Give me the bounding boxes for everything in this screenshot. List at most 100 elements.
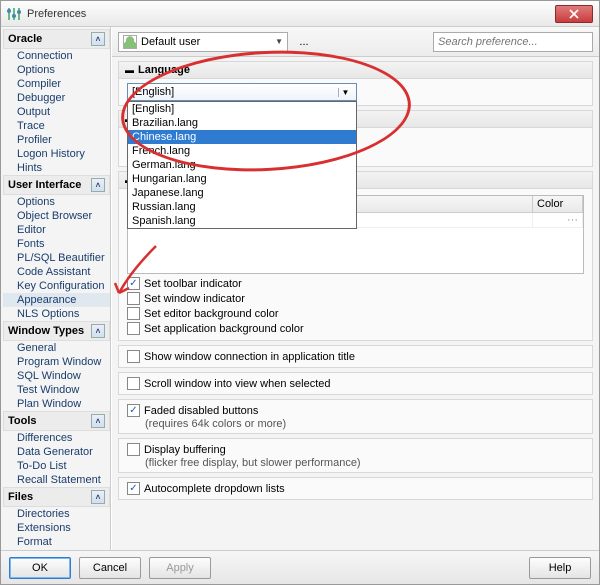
- user-dropdown[interactable]: Default user ▼: [118, 32, 288, 52]
- sidebar-item-general[interactable]: General: [3, 341, 110, 355]
- sidebar-item-sql-window[interactable]: SQL Window: [3, 369, 110, 383]
- color-cell[interactable]: ···: [533, 213, 583, 227]
- sidebar-group-files[interactable]: Files˄: [3, 487, 110, 507]
- sidebar-item-backup[interactable]: Backup: [3, 549, 110, 550]
- checkbox[interactable]: [127, 307, 140, 320]
- checkbox[interactable]: ✓: [127, 404, 140, 417]
- checkbox[interactable]: ✓: [127, 482, 140, 495]
- sidebar-item-to-do-list[interactable]: To-Do List: [3, 459, 110, 473]
- sidebar-item-plan-window[interactable]: Plan Window: [3, 397, 110, 411]
- apply-button[interactable]: Apply: [149, 557, 211, 579]
- misc-option[interactable]: ✓Faded disabled buttons: [127, 403, 584, 418]
- sidebar-item-fonts[interactable]: Fonts: [3, 237, 110, 251]
- sidebar-item-options[interactable]: Options: [3, 195, 110, 209]
- misc-option[interactable]: Display buffering: [127, 442, 584, 457]
- checkbox-label: Set application background color: [144, 323, 304, 335]
- language-combo[interactable]: [English] ▼ [English]Brazilian.langChine…: [127, 83, 357, 101]
- checkbox[interactable]: [127, 377, 140, 390]
- language-option[interactable]: Hungarian.lang: [128, 172, 356, 186]
- sidebar-item-format[interactable]: Format: [3, 535, 110, 549]
- language-option[interactable]: Spanish.lang: [128, 214, 356, 228]
- misc-option[interactable]: Scroll window into view when selected: [127, 376, 584, 391]
- checkbox[interactable]: ✓: [127, 277, 140, 290]
- sidebar-item-extensions[interactable]: Extensions: [3, 521, 110, 535]
- collapse-icon[interactable]: ˄: [91, 178, 105, 192]
- language-option[interactable]: [English]: [128, 102, 356, 116]
- help-button[interactable]: Help: [529, 557, 591, 579]
- connection-indicator-option[interactable]: Set window indicator: [127, 291, 584, 306]
- language-option[interactable]: Russian.lang: [128, 200, 356, 214]
- search-box: [433, 32, 593, 52]
- sidebar-item-data-generator[interactable]: Data Generator: [3, 445, 110, 459]
- search-input[interactable]: [433, 32, 593, 52]
- checkbox[interactable]: [127, 350, 140, 363]
- ok-button[interactable]: OK: [9, 557, 71, 579]
- toolbar: Default user ▼ ...: [112, 27, 599, 57]
- sidebar-item-appearance[interactable]: Appearance: [3, 293, 110, 307]
- sidebar[interactable]: Oracle˄ConnectionOptionsCompilerDebugger…: [1, 27, 111, 550]
- checkbox[interactable]: [127, 443, 140, 456]
- sidebar-item-pl-sql-beautifier[interactable]: PL/SQL Beautifier: [3, 251, 110, 265]
- sidebar-item-trace[interactable]: Trace: [3, 119, 110, 133]
- content-area[interactable]: ▬ Language [English] ▼ [English]Brazilia…: [112, 57, 599, 550]
- sidebar-item-recall-statement[interactable]: Recall Statement: [3, 473, 110, 487]
- connection-indicator-option[interactable]: Set application background color: [127, 321, 584, 336]
- sidebar-item-hints[interactable]: Hints: [3, 161, 110, 175]
- collapse-icon[interactable]: ˄: [91, 32, 105, 46]
- sidebar-item-object-browser[interactable]: Object Browser: [3, 209, 110, 223]
- sidebar-item-directories[interactable]: Directories: [3, 507, 110, 521]
- misc-section: ✓ Autocomplete dropdown lists: [118, 477, 593, 500]
- sidebar-item-profiler[interactable]: Profiler: [3, 133, 110, 147]
- checkbox-label: Set editor background color: [144, 308, 279, 320]
- close-button[interactable]: [555, 5, 593, 23]
- checkbox[interactable]: [127, 292, 140, 305]
- connection-indicator-option[interactable]: Set editor background color: [127, 306, 584, 321]
- collapse-icon[interactable]: ˄: [91, 414, 105, 428]
- chevron-down-icon: ▼: [275, 37, 283, 46]
- sidebar-item-program-window[interactable]: Program Window: [3, 355, 110, 369]
- language-dropdown-list: [English]Brazilian.langChinese.langFrenc…: [127, 101, 357, 229]
- misc-section: Show window connection in application ti…: [118, 345, 593, 368]
- collapse-icon[interactable]: ▬: [125, 66, 134, 75]
- sidebar-item-code-assistant[interactable]: Code Assistant: [3, 265, 110, 279]
- collapse-icon[interactable]: ˄: [91, 324, 105, 338]
- sidebar-group-window-types[interactable]: Window Types˄: [3, 321, 110, 341]
- language-option[interactable]: Chinese.lang: [128, 130, 356, 144]
- sidebar-item-options[interactable]: Options: [3, 63, 110, 77]
- collapse-icon[interactable]: ˄: [91, 490, 105, 504]
- misc-option[interactable]: Show window connection in application ti…: [127, 349, 584, 364]
- sidebar-item-key-configuration[interactable]: Key Configuration: [3, 279, 110, 293]
- sidebar-item-editor[interactable]: Editor: [3, 223, 110, 237]
- sidebar-item-nls-options[interactable]: NLS Options: [3, 307, 110, 321]
- chevron-down-icon: ▼: [338, 88, 352, 97]
- sidebar-group-user-interface[interactable]: User Interface˄: [3, 175, 110, 195]
- sidebar-group-oracle[interactable]: Oracle˄: [3, 29, 110, 49]
- language-option[interactable]: French.lang: [128, 144, 356, 158]
- sidebar-item-logon-history[interactable]: Logon History: [3, 147, 110, 161]
- sidebar-item-test-window[interactable]: Test Window: [3, 383, 110, 397]
- sidebar-group-tools[interactable]: Tools˄: [3, 411, 110, 431]
- checkbox-label: Display buffering: [144, 444, 226, 456]
- language-option[interactable]: Japanese.lang: [128, 186, 356, 200]
- button-bar: OK Cancel Apply Help: [1, 550, 599, 584]
- sidebar-item-output[interactable]: Output: [3, 105, 110, 119]
- language-option[interactable]: German.lang: [128, 158, 356, 172]
- cancel-button[interactable]: Cancel: [79, 557, 141, 579]
- language-option[interactable]: Brazilian.lang: [128, 116, 356, 130]
- misc-section: Scroll window into view when selected: [118, 372, 593, 395]
- language-section: ▬ Language [English] ▼ [English]Brazilia…: [118, 61, 593, 106]
- connection-indicator-option[interactable]: ✓ Set toolbar indicator: [127, 276, 584, 291]
- more-button[interactable]: ...: [294, 35, 314, 49]
- checkbox-label: Autocomplete dropdown lists: [144, 483, 285, 495]
- user-icon: [123, 35, 137, 49]
- option-subtext: (requires 64k colors or more): [127, 418, 584, 430]
- sidebar-item-debugger[interactable]: Debugger: [3, 91, 110, 105]
- checkbox-label: Set toolbar indicator: [144, 278, 242, 290]
- misc-section: ✓Faded disabled buttons(requires 64k col…: [118, 399, 593, 434]
- sidebar-item-compiler[interactable]: Compiler: [3, 77, 110, 91]
- checkbox[interactable]: [127, 322, 140, 335]
- sidebar-item-connection[interactable]: Connection: [3, 49, 110, 63]
- preferences-window: Preferences Oracle˄ConnectionOptionsComp…: [0, 0, 600, 585]
- sidebar-item-differences[interactable]: Differences: [3, 431, 110, 445]
- misc-option[interactable]: ✓ Autocomplete dropdown lists: [127, 481, 584, 496]
